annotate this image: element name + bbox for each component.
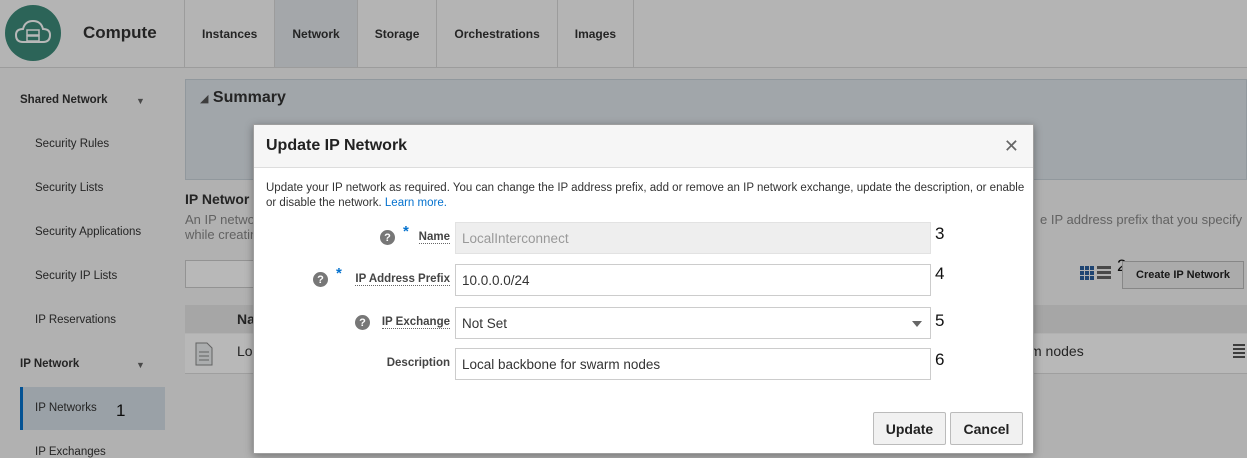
- ip-exchange-row: ? IP Exchange Not Set 5: [254, 307, 1035, 339]
- help-icon[interactable]: ?: [313, 272, 328, 287]
- name-row: ? * Name 3: [254, 222, 1035, 254]
- ip-exchange-label: IP Exchange: [381, 316, 450, 329]
- update-ip-network-dialog: Update IP Network ✕ Update your IP netwo…: [253, 124, 1034, 454]
- annotation-number: 3: [935, 224, 945, 243]
- learn-more-link[interactable]: Learn more.: [385, 197, 447, 209]
- name-label: Name: [418, 231, 450, 244]
- required-asterisk: *: [403, 223, 409, 240]
- description-field[interactable]: [455, 348, 931, 380]
- close-icon[interactable]: ✕: [1004, 137, 1019, 155]
- ip-prefix-field[interactable]: [455, 264, 931, 296]
- ip-prefix-label: IP Address Prefix: [355, 273, 450, 286]
- description-label: Description: [386, 357, 450, 369]
- annotation-number: 6: [935, 350, 945, 369]
- dialog-description: Update your IP network as required. You …: [266, 181, 1026, 210]
- dialog-description-text: Update your IP network as required. You …: [266, 182, 1025, 209]
- required-asterisk: *: [336, 265, 342, 282]
- annotation-number: 5: [935, 311, 945, 330]
- ip-prefix-row: ? * IP Address Prefix 4: [254, 264, 1035, 296]
- description-row: Description 6: [254, 348, 1035, 380]
- ip-exchange-value: Not Set: [462, 316, 508, 331]
- help-icon[interactable]: ?: [355, 315, 370, 330]
- help-icon[interactable]: ?: [380, 230, 395, 245]
- cancel-button[interactable]: Cancel: [950, 412, 1023, 445]
- chevron-down-icon: [912, 321, 922, 327]
- update-button[interactable]: Update: [873, 412, 946, 445]
- ip-exchange-select[interactable]: Not Set: [455, 307, 931, 339]
- dialog-header: Update IP Network ✕: [254, 125, 1033, 168]
- annotation-number: 4: [935, 264, 945, 283]
- name-field[interactable]: [455, 222, 931, 254]
- dialog-title: Update IP Network: [266, 137, 408, 154]
